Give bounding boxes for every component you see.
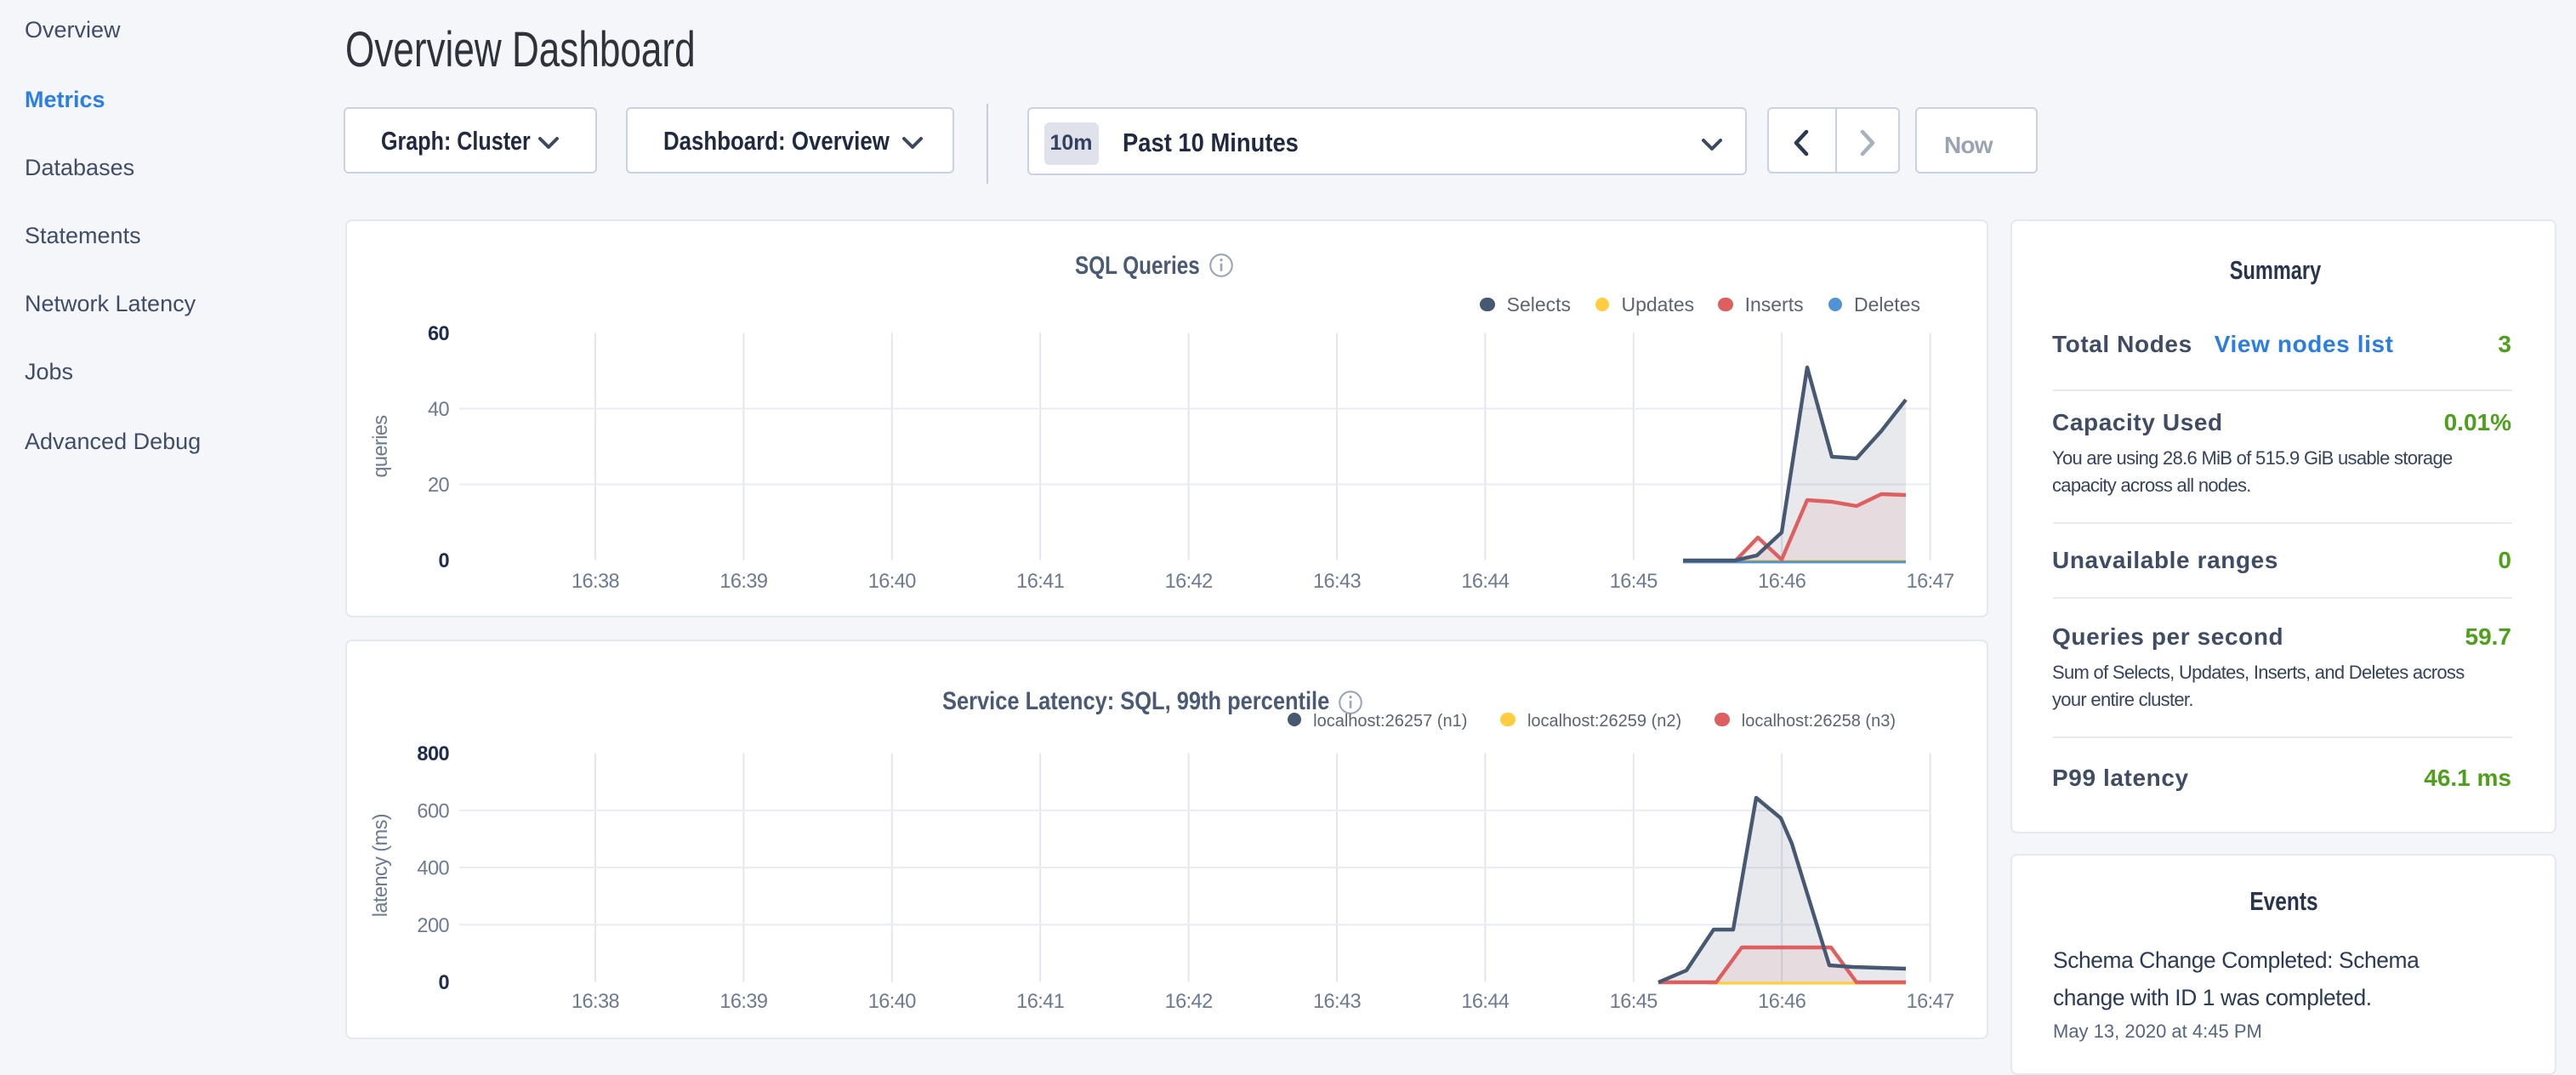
svg-text:16:45: 16:45 bbox=[1609, 571, 1658, 593]
svg-text:20: 20 bbox=[427, 475, 449, 497]
svg-text:16:38: 16:38 bbox=[571, 571, 619, 593]
svg-text:16:43: 16:43 bbox=[1312, 571, 1361, 593]
svg-text:400: 400 bbox=[416, 858, 448, 880]
svg-text:16:47: 16:47 bbox=[1906, 991, 1953, 1013]
svg-text:16:44: 16:44 bbox=[1460, 991, 1509, 1013]
svg-text:16:41: 16:41 bbox=[1015, 991, 1063, 1013]
svg-text:0: 0 bbox=[437, 972, 448, 994]
svg-text:16:42: 16:42 bbox=[1164, 571, 1212, 593]
svg-text:16:41: 16:41 bbox=[1015, 571, 1063, 593]
svg-text:16:46: 16:46 bbox=[1757, 571, 1805, 593]
svg-text:600: 600 bbox=[416, 800, 448, 822]
svg-text:queries: queries bbox=[369, 415, 391, 477]
svg-text:0: 0 bbox=[437, 550, 448, 572]
svg-text:16:40: 16:40 bbox=[867, 571, 916, 593]
svg-text:16:40: 16:40 bbox=[867, 991, 916, 1013]
svg-text:16:46: 16:46 bbox=[1757, 991, 1805, 1013]
svg-text:60: 60 bbox=[427, 323, 449, 345]
svg-text:16:45: 16:45 bbox=[1609, 991, 1658, 1013]
svg-text:16:39: 16:39 bbox=[719, 571, 766, 593]
svg-text:16:42: 16:42 bbox=[1164, 991, 1212, 1013]
svg-text:16:38: 16:38 bbox=[571, 991, 619, 1013]
svg-text:16:39: 16:39 bbox=[719, 991, 766, 1013]
svg-text:16:47: 16:47 bbox=[1906, 571, 1953, 593]
svg-text:800: 800 bbox=[416, 743, 448, 765]
svg-text:200: 200 bbox=[416, 915, 448, 937]
svg-text:latency (ms): latency (ms) bbox=[369, 814, 391, 917]
svg-text:16:44: 16:44 bbox=[1460, 571, 1509, 593]
svg-text:40: 40 bbox=[427, 399, 449, 421]
svg-text:16:43: 16:43 bbox=[1312, 991, 1361, 1013]
